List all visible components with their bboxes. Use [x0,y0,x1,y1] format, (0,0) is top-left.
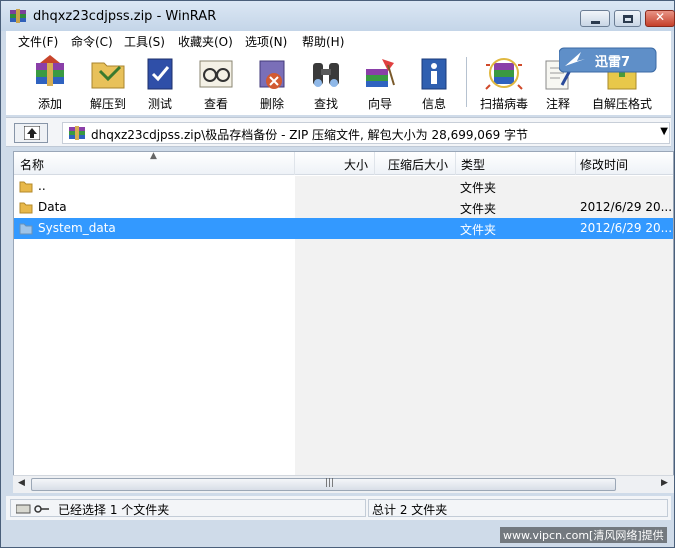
file-type: 文件夹 [460,181,497,195]
comment-label: 注释 [545,97,570,111]
winrar-window: dhqxz23cdjpss.zip - WinRAR ✕ 文件(F) 命令(C)… [0,0,675,548]
menu-options[interactable]: 选项(N) [245,33,287,50]
test-label: 测试 [147,97,172,111]
scroll-thumb[interactable]: ||| [31,478,616,491]
col-modified[interactable]: 修改时间 [580,156,628,173]
status-total: 总计 2 文件夹 [372,503,448,517]
menu-file[interactable]: 文件(F) [18,33,58,50]
folder-icon [19,202,33,214]
toolbar-separator [466,57,467,107]
list-item[interactable]: .. 文件夹 [14,176,673,197]
maximize-icon [623,15,633,23]
col-size[interactable]: 大小 [344,156,368,173]
minimize-icon [591,21,600,24]
sort-ascending-icon: ▲ [150,151,157,161]
path-dropdown-icon[interactable]: ▼ [660,126,668,137]
up-arrow-icon [24,126,40,140]
toolbar: 添加 解压到 测试 查看 删除 查找 向导 信息 扫描病毒 注释 自解压格式 迅… [6,47,671,115]
scroll-left-icon[interactable]: ◀ [18,478,25,488]
file-modified: 2012/6/29 20... [580,221,673,235]
wizard-label: 向导 [367,97,392,111]
test-book-icon [147,58,173,90]
view-label: 查看 [203,97,228,111]
info-icon [421,58,447,90]
file-type: 文件夹 [460,223,497,237]
wizard-icon [366,59,395,87]
wizard-button[interactable]: 向导 [354,53,406,113]
path-combo[interactable]: dhqxz23cdjpss.zip\极品存档备份 - ZIP 压缩文件, 解包大… [62,122,670,144]
delete-label: 删除 [259,97,284,111]
col-type[interactable]: 类型 [461,156,485,173]
close-button[interactable]: ✕ [645,10,675,27]
extract-folder-icon [91,62,125,89]
site-watermark: www.vipcn.com[清风网络]提供 [500,527,667,543]
maximize-button[interactable] [614,10,641,27]
zip-archive-icon [69,126,85,140]
window-title: dhqxz23cdjpss.zip - WinRAR [33,9,217,24]
file-modified: 2012/6/29 20... [580,200,673,214]
delete-button[interactable]: 删除 [246,53,298,113]
info-label: 信息 [421,97,446,111]
info-button[interactable]: 信息 [408,53,460,113]
column-header: 名称 ▲ 大小 压缩后大小 类型 修改时间 [14,151,673,175]
col-packed[interactable]: 压缩后大小 [388,156,448,173]
extract-to-label: 解压到 [89,97,126,111]
archive-path: dhqxz23cdjpss.zip\极品存档备份 - ZIP 压缩文件, 解包大… [91,128,529,142]
view-button[interactable]: 查看 [190,53,242,113]
col-divider[interactable] [294,152,295,175]
add-label: 添加 [37,97,62,111]
file-name: .. [38,179,46,193]
virus-scan-button[interactable]: 扫描病毒 [472,53,536,113]
status-selection: 已经选择 1 个文件夹 [58,503,170,517]
scroll-grip-icon: ||| [325,478,335,488]
xunlei-label: 迅雷7 [595,55,631,70]
sfx-label: 自解压格式 [591,97,652,111]
add-button[interactable]: 添加 [18,53,82,113]
xunlei-badge[interactable]: 迅雷7 [558,47,657,73]
list-item-selected[interactable]: System_data 文件夹 2012/6/29 20... [14,218,673,239]
col-divider[interactable] [575,152,576,175]
up-folder-button[interactable] [14,123,48,143]
menu-help[interactable]: 帮助(H) [302,33,344,50]
view-glasses-icon [199,60,233,88]
extract-to-button[interactable]: 解压到 [78,53,138,113]
virus-scan-label: 扫描病毒 [479,97,528,111]
add-archive-icon [36,55,64,86]
address-bar: dhqxz23cdjpss.zip\极品存档备份 - ZIP 压缩文件, 解包大… [6,117,671,147]
file-type: 文件夹 [460,202,497,216]
col-divider[interactable] [374,152,375,175]
file-list[interactable]: 名称 ▲ 大小 压缩后大小 类型 修改时间 .. 文件夹 Data 文件夹 20… [13,151,674,493]
delete-icon [259,60,285,89]
horizontal-scrollbar[interactable]: ◀ ||| ▶ [13,475,674,493]
title-bar[interactable]: dhqxz23cdjpss.zip - WinRAR ✕ [1,1,675,31]
binoculars-icon [313,63,339,87]
drive-key-icon [16,504,49,514]
scroll-right-icon[interactable]: ▶ [661,478,668,488]
find-label: 查找 [313,97,338,111]
menu-tools[interactable]: 工具(S) [124,33,165,50]
list-item[interactable]: Data 文件夹 2012/6/29 20... [14,197,673,218]
status-bar: 已经选择 1 个文件夹 总计 2 文件夹 [6,496,671,520]
menu-favorites[interactable]: 收藏夹(O) [178,33,233,50]
folder-icon [19,181,33,193]
winrar-app-icon [10,9,26,23]
close-icon: ✕ [654,10,666,24]
col-name[interactable]: 名称 [20,156,44,173]
find-button[interactable]: 查找 [300,53,352,113]
test-button[interactable]: 测试 [134,53,186,113]
virus-scan-icon [485,58,523,90]
minimize-button[interactable] [580,10,610,27]
folder-icon [19,223,33,235]
file-name: Data [38,200,67,214]
file-name: System_data [38,221,116,235]
menu-command[interactable]: 命令(C) [71,33,113,50]
col-divider[interactable] [455,152,456,175]
